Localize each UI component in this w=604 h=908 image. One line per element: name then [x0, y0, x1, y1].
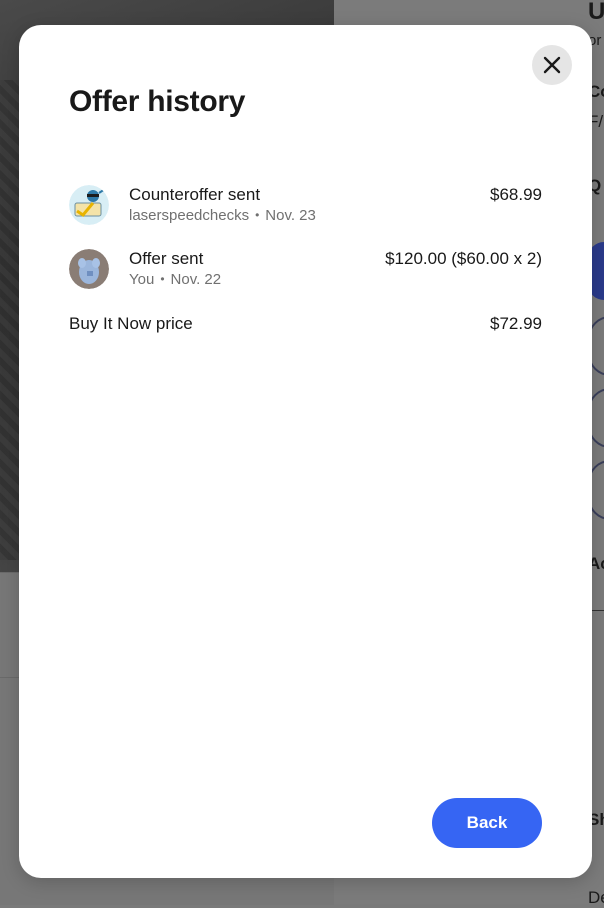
separator-dot: •	[255, 208, 260, 222]
buy-it-now-label: Buy It Now price	[69, 314, 193, 333]
buy-it-now-price: $72.99	[490, 314, 542, 333]
close-button[interactable]	[532, 45, 572, 85]
separator-dot: •	[160, 272, 165, 286]
dialog-title: Offer history	[69, 85, 246, 118]
entry-user: laserspeedchecks	[129, 207, 250, 224]
entry-date: Nov. 23	[265, 207, 316, 224]
entry-user: You	[129, 271, 155, 288]
entry-date: Nov. 22	[170, 271, 222, 288]
peek-text: De	[588, 888, 604, 907]
seller-avatar-icon	[69, 185, 109, 225]
entry-title: Offer sent	[129, 249, 204, 268]
entry-title: Counteroffer sent	[129, 185, 261, 204]
buyer-avatar-icon	[69, 249, 109, 289]
back-button[interactable]: Back	[432, 798, 542, 848]
entry-amount: $120.00 ($60.00 x 2)	[385, 249, 542, 268]
entry-subtitle: laserspeedchecks • Nov. 23	[129, 205, 316, 226]
close-icon	[543, 56, 561, 74]
peek-text: U	[588, 0, 604, 25]
entry-amount: $68.99	[490, 185, 542, 204]
peek-divider	[592, 610, 604, 611]
entry-subtitle: You • Nov. 22	[129, 269, 221, 290]
offer-history-dialog: Offer history Counteroffer sent laserspe…	[19, 25, 592, 878]
